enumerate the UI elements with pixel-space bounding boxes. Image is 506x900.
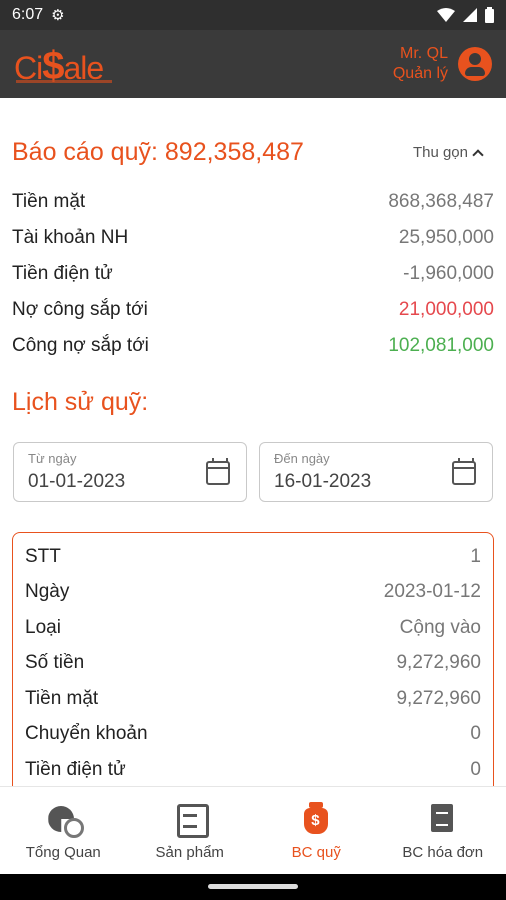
summary-label: Nợ công sắp tới <box>12 299 148 320</box>
nav-item-overview[interactable]: Tổng Quan <box>0 787 127 874</box>
card-label: Loại <box>25 616 61 638</box>
card-label: Ngày <box>25 581 70 603</box>
summary-row-cash: Tiền mặt 868,368,487 <box>12 184 494 220</box>
card-row: Ngày 2023-01-12 <box>25 575 481 611</box>
calendar-icon[interactable] <box>452 458 476 485</box>
nav-label: BC quỹ <box>291 844 341 861</box>
summary-label: Tài khoản NH <box>12 227 129 248</box>
history-card[interactable]: STT 1 Ngày 2023-01-12 Loại Cộng vào Số t… <box>12 532 494 786</box>
nav-item-fund-report[interactable]: BC quỹ <box>253 787 380 874</box>
from-date-label: Từ ngày <box>28 451 77 466</box>
status-icons <box>437 7 494 23</box>
fund-report-header: Báo cáo quỹ: 892,358,487 Thu gọn <box>12 138 494 167</box>
nav-item-products[interactable]: Sản phẩm <box>127 787 254 874</box>
card-value: 0 <box>470 723 481 745</box>
signal-icon <box>463 8 477 22</box>
products-icon <box>172 800 209 838</box>
logo-tagline <box>16 80 112 83</box>
summary-label: Công nợ sắp tới <box>12 335 149 356</box>
gesture-bar <box>0 874 506 900</box>
money-bag-icon <box>298 800 334 836</box>
summary-row-payables: Nợ công sắp tới 21,000,000 <box>12 292 494 328</box>
card-row: Tiền điện tử 0 <box>25 752 481 786</box>
fund-summary: Tiền mặt 868,368,487 Tài khoản NH 25,950… <box>12 184 494 364</box>
to-date-field[interactable]: Đến ngày 16-01-2023 <box>259 442 493 502</box>
card-label: Tiền mặt <box>25 687 99 709</box>
from-date-value[interactable]: 01-01-2023 <box>28 471 125 493</box>
nav-label: BC hóa đơn <box>402 844 484 861</box>
chevron-up-icon <box>472 148 484 161</box>
collapse-toggle[interactable]: Thu gọn <box>412 144 484 161</box>
summary-row-ewallet: Tiền điện tử -1,960,000 <box>12 256 494 292</box>
user-role: Quản lý <box>392 65 448 82</box>
from-date-field[interactable]: Từ ngày 01-01-2023 <box>13 442 247 502</box>
summary-value: -1,960,000 <box>403 263 494 284</box>
card-value: Cộng vào <box>399 616 481 638</box>
wifi-icon <box>437 8 455 22</box>
card-value: 9,272,960 <box>396 687 481 709</box>
card-row: Số tiền 9,272,960 <box>25 646 481 682</box>
user-name: Mr. QL <box>399 45 448 62</box>
card-value: 0 <box>470 758 481 780</box>
collapse-label: Thu gọn <box>412 144 468 161</box>
page-title: Báo cáo quỹ: 892,358,487 <box>12 138 304 166</box>
calendar-icon[interactable] <box>206 458 230 485</box>
overview-icon <box>45 800 85 838</box>
summary-value: 102,081,000 <box>388 335 494 356</box>
status-bar: 6:07 ⚙ <box>0 0 506 30</box>
user-menu[interactable]: Mr. QL Quản lý <box>393 44 492 84</box>
card-row: STT 1 <box>25 539 481 575</box>
summary-row-bank: Tài khoản NH 25,950,000 <box>12 220 494 256</box>
home-gesture-handle[interactable] <box>208 884 298 889</box>
summary-label: Tiền điện tử <box>12 263 113 284</box>
status-time: 6:07 <box>12 6 44 23</box>
to-date-label: Đến ngày <box>274 451 330 466</box>
summary-row-receivables: Công nợ sắp tới 102,081,000 <box>12 328 494 364</box>
app-logo[interactable]: Ci$ale <box>14 38 114 90</box>
gear-icon: ⚙ <box>51 7 65 24</box>
card-label: Tiền điện tử <box>25 758 126 780</box>
main-content: Báo cáo quỹ: 892,358,487 Thu gọn Tiền mặ… <box>0 98 506 786</box>
account-circle-icon[interactable] <box>458 47 492 81</box>
card-row: Chuyển khoản 0 <box>25 717 481 753</box>
nav-item-invoice-report[interactable]: BC hóa đơn <box>380 787 506 874</box>
card-value: 1 <box>470 545 481 567</box>
bottom-nav: Tổng Quan Sản phẩm BC quỹ BC hóa đơn <box>0 786 506 874</box>
card-label: Số tiền <box>25 652 85 674</box>
card-value: 2023-01-12 <box>383 581 481 603</box>
to-date-value[interactable]: 16-01-2023 <box>274 471 371 493</box>
battery-icon <box>485 7 494 23</box>
money-bag-knot <box>309 802 324 808</box>
history-title: Lịch sử quỹ: <box>12 388 149 416</box>
app-header: Ci$ale Mr. QL Quản lý <box>0 30 506 98</box>
nav-label: Tổng Quan <box>25 844 101 861</box>
card-row: Tiền mặt 9,272,960 <box>25 681 481 717</box>
summary-value: 25,950,000 <box>398 227 494 248</box>
invoice-icon <box>425 800 461 836</box>
card-label: Chuyển khoản <box>25 723 148 745</box>
card-row: Loại Cộng vào <box>25 610 481 646</box>
nav-label: Sản phẩm <box>155 844 224 861</box>
card-label: STT <box>25 545 61 567</box>
summary-value: 21,000,000 <box>398 299 494 320</box>
summary-label: Tiền mặt <box>12 191 86 212</box>
summary-value: 868,368,487 <box>388 191 494 212</box>
user-info: Mr. QL Quản lý <box>393 44 448 84</box>
card-value: 9,272,960 <box>396 652 481 674</box>
